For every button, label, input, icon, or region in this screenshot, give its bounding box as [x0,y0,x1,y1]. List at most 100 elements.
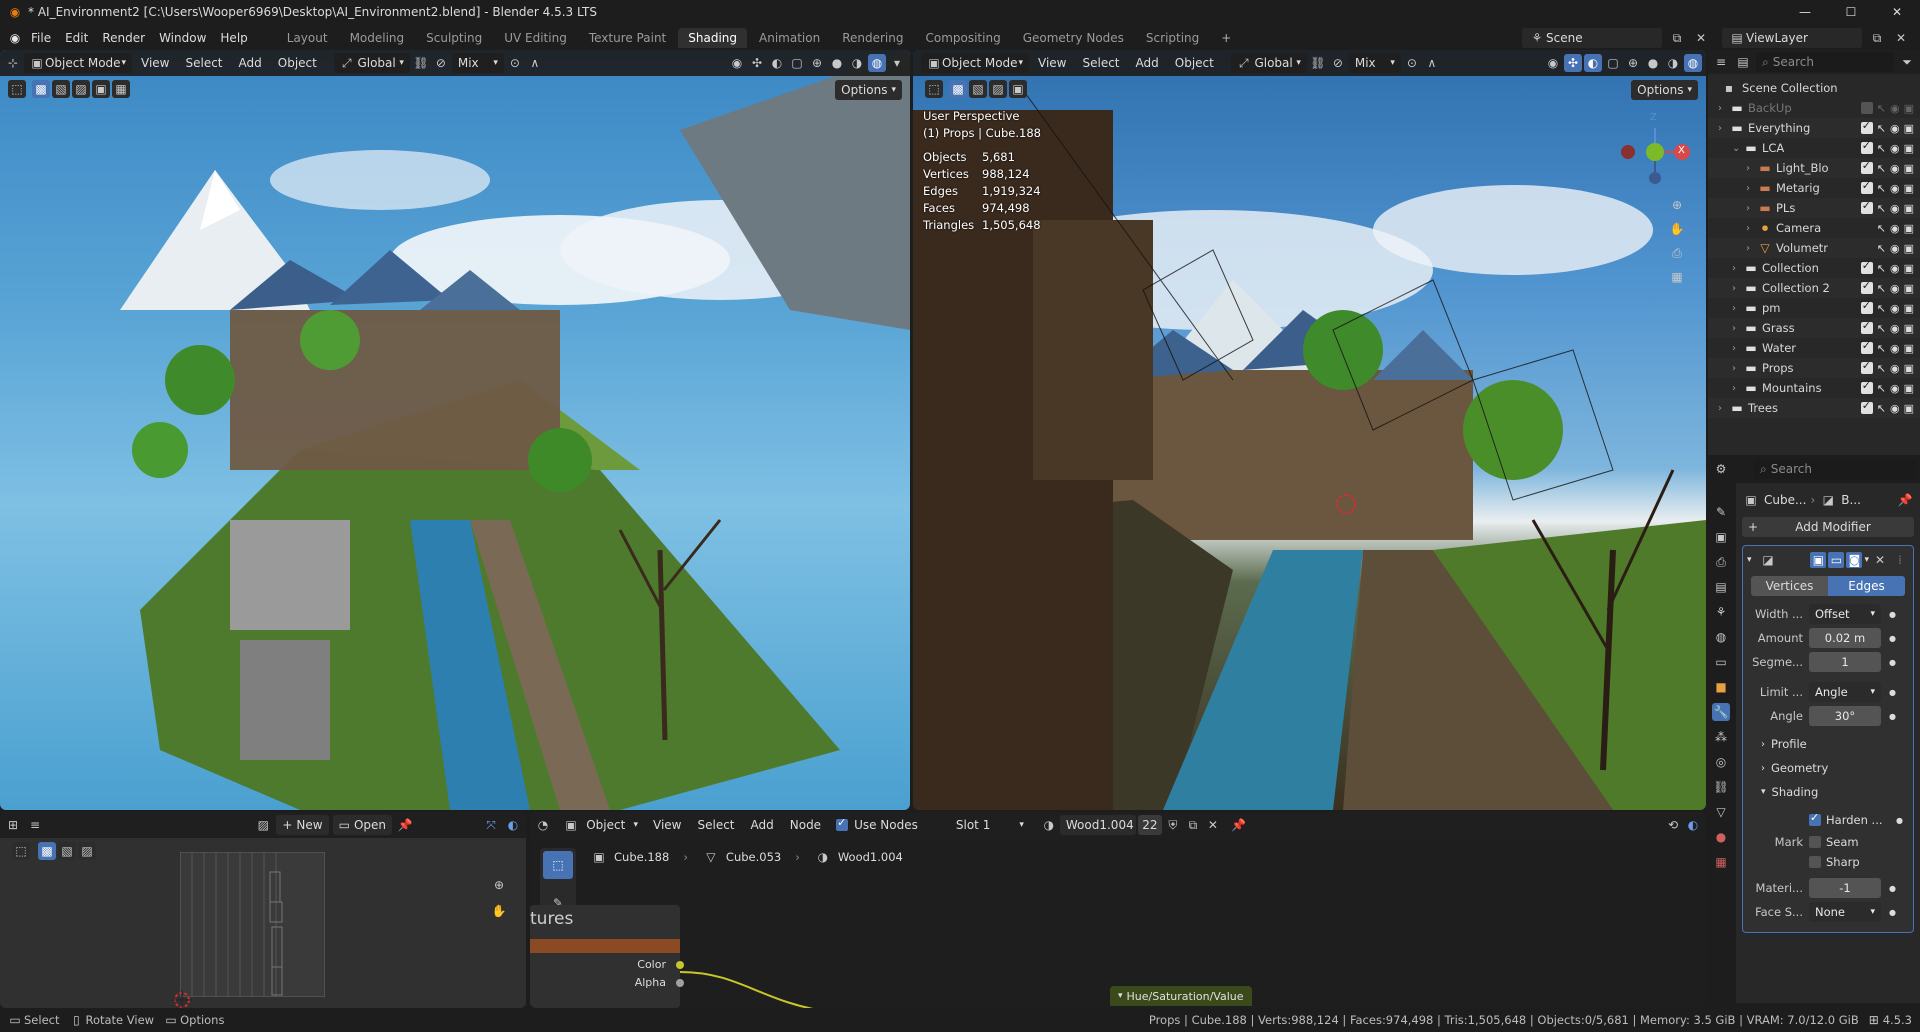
menu-window[interactable]: Window [152,31,213,45]
keyframe-dot-icon[interactable]: ● [1889,884,1896,893]
selectable-icon[interactable]: ↖ [1877,322,1886,335]
select-new-icon[interactable]: ▩ [949,80,967,98]
selectable-icon[interactable]: ↖ [1877,202,1886,215]
scene-collection-row[interactable]: ▪ Scene Collection [1708,78,1920,98]
material-shading-icon[interactable]: ◑ [848,54,866,72]
eye-icon[interactable]: ◉ [1890,142,1900,155]
eye-icon[interactable]: ◉ [1890,362,1900,375]
expand-chevron-icon[interactable]: › [1746,223,1758,234]
gizmo-icon[interactable]: ✣ [1564,54,1582,72]
wireframe-shading-icon[interactable]: ⊕ [1624,54,1642,72]
orientation-selector[interactable]: ⤢ Global ▾ [333,53,410,73]
render-camera-icon[interactable]: ▣ [1904,182,1914,195]
eye-icon[interactable]: ◉ [1890,342,1900,355]
face-strength-select[interactable]: None ▾ [1809,902,1881,922]
material-tab-icon[interactable]: ● [1712,828,1730,846]
eye-icon[interactable]: ◉ [1890,122,1900,135]
menu-help[interactable]: Help [213,31,254,45]
tab-modeling[interactable]: Modeling [340,28,415,48]
editor-type-icon[interactable]: ⊹ [4,54,22,72]
navigation-gizmo[interactable]: Z X [1612,108,1698,194]
backdrop-icon[interactable]: ⟲ [1664,816,1682,834]
vp-left-menu-select[interactable]: Select [178,56,229,70]
eye-icon[interactable]: ◉ [1890,282,1900,295]
exclude-checkbox[interactable] [1860,259,1873,274]
output-tab-icon[interactable]: ⎙ [1712,553,1730,571]
menu-edit[interactable]: Edit [58,31,95,45]
view-layer-selector[interactable]: ▤ ViewLayer [1722,28,1862,48]
keyframe-dot-icon[interactable]: ● [1889,712,1896,721]
tab-rendering[interactable]: Rendering [832,28,913,48]
material-index-field[interactable]: -1 [1809,878,1881,898]
select-extend-icon[interactable]: ▧ [58,842,76,860]
world-tab-icon[interactable]: ◍ [1712,628,1730,646]
outliner-row[interactable]: ›▬ PLs ↖ ◉ ▣ [1708,198,1920,218]
blender-menu-icon[interactable]: ◉ [6,29,24,47]
proportional-edit-icon[interactable]: ⊙ [506,54,524,72]
material-name-field[interactable]: Wood1.004 [1059,815,1136,835]
tab-animation[interactable]: Animation [749,28,830,48]
solid-shading-icon[interactable]: ● [1644,54,1662,72]
material-shading-icon[interactable]: ◑ [1664,54,1682,72]
selectable-icon[interactable]: ↖ [1877,122,1886,135]
selectable-icon[interactable]: ↖ [1877,162,1886,175]
display-mode-icon[interactable]: ▤ [1734,53,1752,71]
visibility-icon[interactable]: ◉ [1544,54,1562,72]
expand-chevron-icon[interactable]: › [1746,203,1758,214]
outliner-search-input[interactable]: ⌕ Search [1756,52,1894,72]
image-editor-type-icon[interactable]: ⊞ [4,816,22,834]
properties-editor-icon[interactable]: ⚙ [1712,460,1730,478]
constraints-tab-icon[interactable]: ⛓ [1712,778,1730,796]
edit-mode-toggle-icon[interactable]: ▣ [1810,552,1827,568]
menu-render[interactable]: Render [95,31,152,45]
proportional-edit-icon[interactable]: ⊙ [1403,54,1421,72]
render-camera-icon[interactable]: ▣ [1904,322,1914,335]
exclude-checkbox[interactable] [1860,139,1873,154]
limit-method-select[interactable]: Angle ▾ [1809,682,1881,702]
render-camera-icon[interactable]: ▣ [1904,222,1914,235]
visibility-icon[interactable]: ◉ [728,54,746,72]
expand-chevron-icon[interactable]: › [1732,343,1744,354]
tab-texture-paint[interactable]: Texture Paint [579,28,676,48]
expand-chevron-icon[interactable]: › [1732,263,1744,274]
exclude-checkbox[interactable] [1860,299,1873,314]
width-type-select[interactable]: Offset ▾ [1809,604,1881,624]
select-subtract-icon[interactable]: ▨ [78,842,96,860]
xray-icon[interactable]: ▢ [788,54,806,72]
exclude-checkbox[interactable] [1860,159,1873,174]
vp-left-menu-add[interactable]: Add [232,56,269,70]
mark-sharp-checkbox[interactable] [1809,856,1821,868]
delete-scene-icon[interactable]: ✕ [1692,29,1710,47]
expand-chevron-icon[interactable]: › [1718,403,1730,414]
outliner-row[interactable]: ›▬ Water ↖ ◉ ▣ [1708,338,1920,358]
hamburger-menu-icon[interactable]: ≡ [26,816,44,834]
exclude-checkbox[interactable] [1860,119,1873,134]
wireframe-shading-icon[interactable]: ⊕ [808,54,826,72]
options-button-right[interactable]: Options ▾ [1631,80,1698,100]
mark-seam-checkbox[interactable] [1809,836,1821,848]
delete-view-layer-icon[interactable]: ✕ [1892,29,1910,47]
selectable-icon[interactable]: ↖ [1877,342,1886,355]
render-camera-icon[interactable]: ▣ [1904,362,1914,375]
image-browse-icon[interactable]: ▨ [254,816,272,834]
gizmo-icon[interactable]: ✣ [748,54,766,72]
outliner-row[interactable]: › ▬ BackUp ↖ ◉ ▣ [1708,98,1920,118]
vertices-tab[interactable]: Vertices [1751,576,1828,596]
keyframe-dot-icon[interactable]: ● [1896,816,1903,825]
shader-type-selector[interactable]: ▣ Object ▾ [558,815,644,835]
pan-hand-icon[interactable]: ✋ [490,902,508,920]
selectable-icon[interactable]: ↖ [1877,362,1886,375]
tab-sculpting[interactable]: Sculpting [416,28,492,48]
render-tab-icon[interactable]: ▣ [1712,528,1730,546]
geometry-section[interactable]: › Geometry [1747,756,1909,780]
particles-tab-icon[interactable]: ⁂ [1712,728,1730,746]
physics-tab-icon[interactable]: ◎ [1712,753,1730,771]
outliner-row[interactable]: ›▬ Trees ↖ ◉ ▣ [1708,398,1920,418]
outliner-row[interactable]: › ▽ Volumetr ↖ ◉ ▣ [1708,238,1920,258]
material-browse-icon[interactable]: ◑ [1040,816,1058,834]
node-menu-add[interactable]: Add [744,818,781,832]
pivot-icon[interactable]: ⛓ [412,54,430,72]
close-button[interactable]: ✕ [1874,5,1920,19]
exclude-checkbox[interactable] [1860,379,1873,394]
exclude-checkbox[interactable] [1860,399,1873,414]
